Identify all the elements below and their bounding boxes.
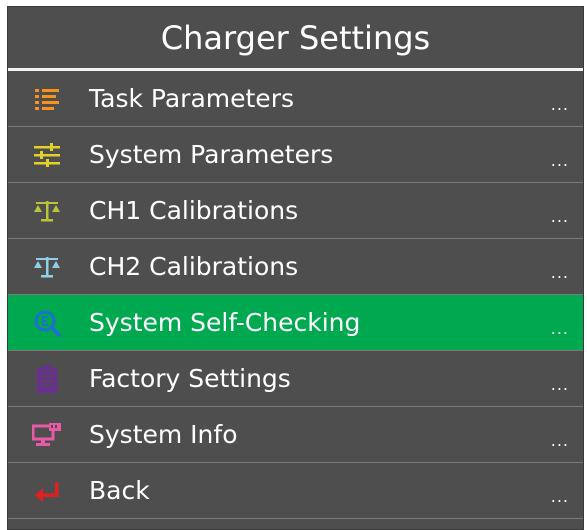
menu-item-ch1-calibrations[interactable]: CH1 Calibrations ...: [8, 183, 583, 239]
clipboard-icon: [32, 364, 62, 394]
scale-icon: [32, 196, 62, 226]
sliders-icon: [32, 140, 62, 170]
menu-item-factory-settings[interactable]: Factory Settings ...: [8, 351, 583, 407]
menu-item-system-parameters[interactable]: System Parameters ...: [8, 127, 583, 183]
menu-item-label: System Self-Checking: [89, 308, 361, 337]
scale-icon: [32, 252, 62, 282]
more-indicator: ...: [550, 431, 569, 450]
menu-item-system-self-checking[interactable]: System Self-Checking ...: [8, 295, 583, 351]
more-indicator: ...: [550, 319, 569, 338]
menu-item-label: System Parameters: [89, 140, 334, 169]
charger-settings-screen: Charger Settings Task Parameters ... Sys…: [7, 6, 584, 530]
back-arrow-icon: [32, 476, 62, 506]
menu-item-ch2-calibrations[interactable]: CH2 Calibrations ...: [8, 239, 583, 295]
more-indicator: ...: [550, 95, 569, 114]
search-icon: [32, 308, 62, 338]
more-indicator: ...: [550, 487, 569, 506]
more-indicator: ...: [550, 375, 569, 394]
menu-item-label: Factory Settings: [89, 364, 291, 393]
settings-menu: Task Parameters ... System Parameters ..…: [8, 71, 583, 519]
more-indicator: ...: [550, 207, 569, 226]
more-indicator: ...: [550, 151, 569, 170]
menu-item-label: CH1 Calibrations: [89, 196, 299, 225]
more-indicator: ...: [550, 263, 569, 282]
menu-item-back[interactable]: Back ...: [8, 463, 583, 519]
menu-item-label: Back: [89, 476, 150, 505]
task-list-icon: [32, 84, 62, 114]
page-title: Charger Settings: [160, 18, 431, 57]
menu-item-label: System Info: [89, 420, 238, 449]
page-title-bar: Charger Settings: [8, 7, 583, 71]
menu-item-system-info[interactable]: System Info ...: [8, 407, 583, 463]
menu-item-label: CH2 Calibrations: [89, 252, 299, 281]
menu-item-task-parameters[interactable]: Task Parameters ...: [8, 71, 583, 127]
menu-item-label: Task Parameters: [89, 84, 294, 113]
monitor-icon: [32, 420, 62, 450]
